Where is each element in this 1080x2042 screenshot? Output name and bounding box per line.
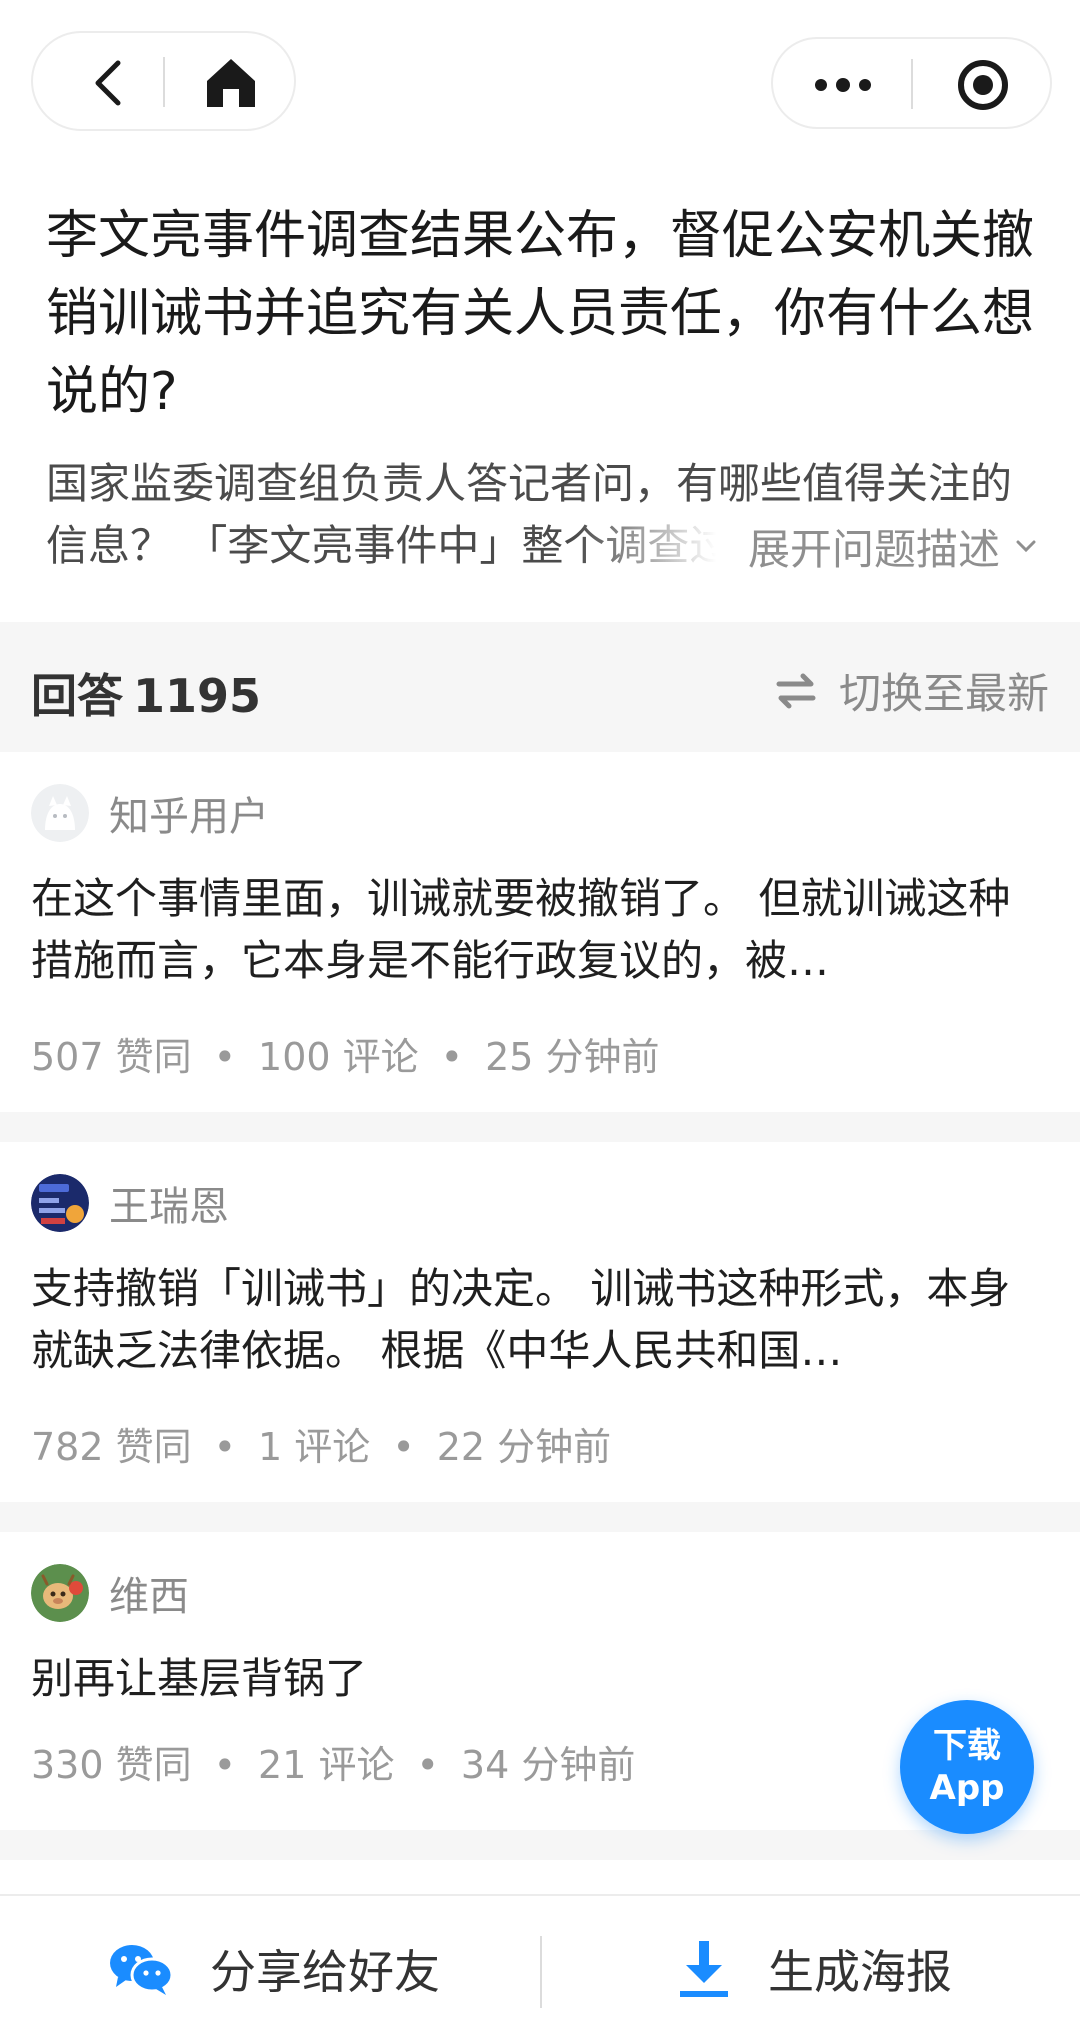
comments-count: 21 评论: [258, 1743, 395, 1787]
expand-description-label: 展开问题描述: [747, 524, 1000, 574]
download-icon: [680, 1941, 728, 1997]
meta-separator: •: [213, 1425, 237, 1469]
likes-count: 330 赞同: [31, 1743, 192, 1787]
question-description[interactable]: 国家监委调查组负责人答记者问，有哪些值得关注的信息？ 「李文亮事件中」整个调查过…: [46, 453, 1046, 577]
meta-separator: •: [213, 1743, 237, 1787]
back-button[interactable]: [53, 43, 163, 123]
generate-poster-button[interactable]: 生成海报: [676, 1896, 952, 2042]
avatar[interactable]: [31, 784, 89, 842]
switch-sort-label: 切换至最新: [838, 669, 1049, 718]
answer-excerpt[interactable]: 别再让基层背锅了: [31, 1648, 1011, 1710]
question-title: 李文亮事件调查结果公布，督促公安机关撤销训诫书并追究有关人员责任，你有什么想说的…: [46, 206, 1035, 422]
post-time: 34 分钟前: [460, 1743, 636, 1787]
question-header: 李文亮事件调查结果公布，督促公安机关撤销训诫书并追究有关人员责任，你有什么想说的…: [0, 165, 1080, 620]
answers-label-text: 回答: [31, 669, 123, 723]
share-to-friends-label: 分享给好友: [210, 1945, 440, 1999]
comments-count: 100 评论: [258, 1035, 419, 1079]
home-icon: [207, 59, 255, 107]
download-app-line1: 下载: [933, 1726, 1001, 1766]
meta-separator: •: [416, 1743, 439, 1787]
capsule-divider: [911, 59, 913, 109]
author-name[interactable]: 知乎用户: [109, 784, 269, 842]
comments-count: 1 评论: [258, 1425, 371, 1469]
answer-meta: 782 赞同 • 1 评论 • 22 分钟前: [31, 1416, 611, 1471]
user-photo-icon: [31, 1174, 89, 1232]
download-app-line2: App: [929, 1768, 1005, 1808]
expand-description-button[interactable]: 展开问题描述: [576, 515, 1046, 577]
menu-capsule: [771, 37, 1052, 129]
avatar[interactable]: [31, 1564, 89, 1622]
chevron-down-icon: [1016, 540, 1036, 553]
bottom-action-bar: 分享给好友 生成海报: [0, 1894, 1080, 2040]
switch-arrows-icon: [776, 673, 816, 708]
author-row[interactable]: 维西: [31, 1564, 189, 1622]
download-app-button[interactable]: 下载 App: [900, 1700, 1034, 1834]
card-separator: [0, 1830, 1080, 1860]
card-separator: [0, 1502, 1080, 1532]
answer-excerpt[interactable]: 在这个事情里面，训诫就要被撤销了。 但就训诫这种措施而言，它本身是不能行政复议的…: [31, 868, 1011, 992]
switch-sort-button[interactable]: 切换至最新: [775, 660, 1049, 721]
likes-count: 782 赞同: [31, 1425, 192, 1469]
more-dots-icon: [815, 78, 871, 92]
author-name[interactable]: 维西: [109, 1564, 189, 1622]
generate-poster-label: 生成海报: [768, 1945, 952, 1999]
nav-capsule: [31, 31, 296, 131]
share-to-friends-button[interactable]: 分享给好友: [108, 1896, 440, 2042]
answers-header: 回答 1195 切换至最新: [0, 622, 1080, 752]
author-row[interactable]: 知乎用户: [31, 784, 269, 842]
post-time: 22 分钟前: [436, 1425, 612, 1469]
more-button[interactable]: [793, 45, 893, 125]
answer-meta: 507 赞同 • 100 评论 • 25 分钟前: [31, 1026, 660, 1081]
answer-card[interactable]: 王瑞恩 支持撤销「训诫书」的决定。 训诫书这种形式，本身就缺乏法律依据。 根据《…: [0, 1142, 1080, 1502]
likes-count: 507 赞同: [31, 1035, 192, 1079]
mini-program-top-bar: [0, 0, 1080, 165]
cartoon-avatar-icon: [31, 1564, 89, 1622]
meta-separator: •: [440, 1035, 464, 1079]
bottom-bar-divider: [540, 1936, 542, 2008]
chevron-left-icon: [95, 60, 121, 106]
meta-separator: •: [392, 1425, 415, 1469]
answer-excerpt[interactable]: 支持撤销「训诫书」的决定。 训诫书这种形式，本身就缺乏法律依据。 根据《中华人民…: [31, 1258, 1011, 1382]
answer-card-partial: [0, 1860, 1080, 1894]
target-circle-icon: [958, 60, 1008, 110]
wechat-icon: [110, 1945, 174, 1995]
author-name[interactable]: 王瑞恩: [109, 1174, 229, 1232]
home-button[interactable]: [181, 43, 281, 123]
post-time: 25 分钟前: [485, 1035, 660, 1079]
answer-card[interactable]: 知乎用户 在这个事情里面，训诫就要被撤销了。 但就训诫这种措施而言，它本身是不能…: [0, 752, 1080, 1112]
answers-count: 1195: [133, 669, 262, 723]
author-row[interactable]: 王瑞恩: [31, 1174, 229, 1232]
close-miniprogram-button[interactable]: [933, 45, 1033, 125]
answer-meta: 330 赞同 • 21 评论 • 34 分钟前: [31, 1734, 635, 1789]
default-avatar-icon: [31, 784, 89, 842]
card-separator: [0, 1112, 1080, 1142]
avatar[interactable]: [31, 1174, 89, 1232]
answers-count-label: 回答 1195: [31, 660, 261, 726]
capsule-divider: [163, 57, 165, 107]
meta-separator: •: [213, 1035, 237, 1079]
